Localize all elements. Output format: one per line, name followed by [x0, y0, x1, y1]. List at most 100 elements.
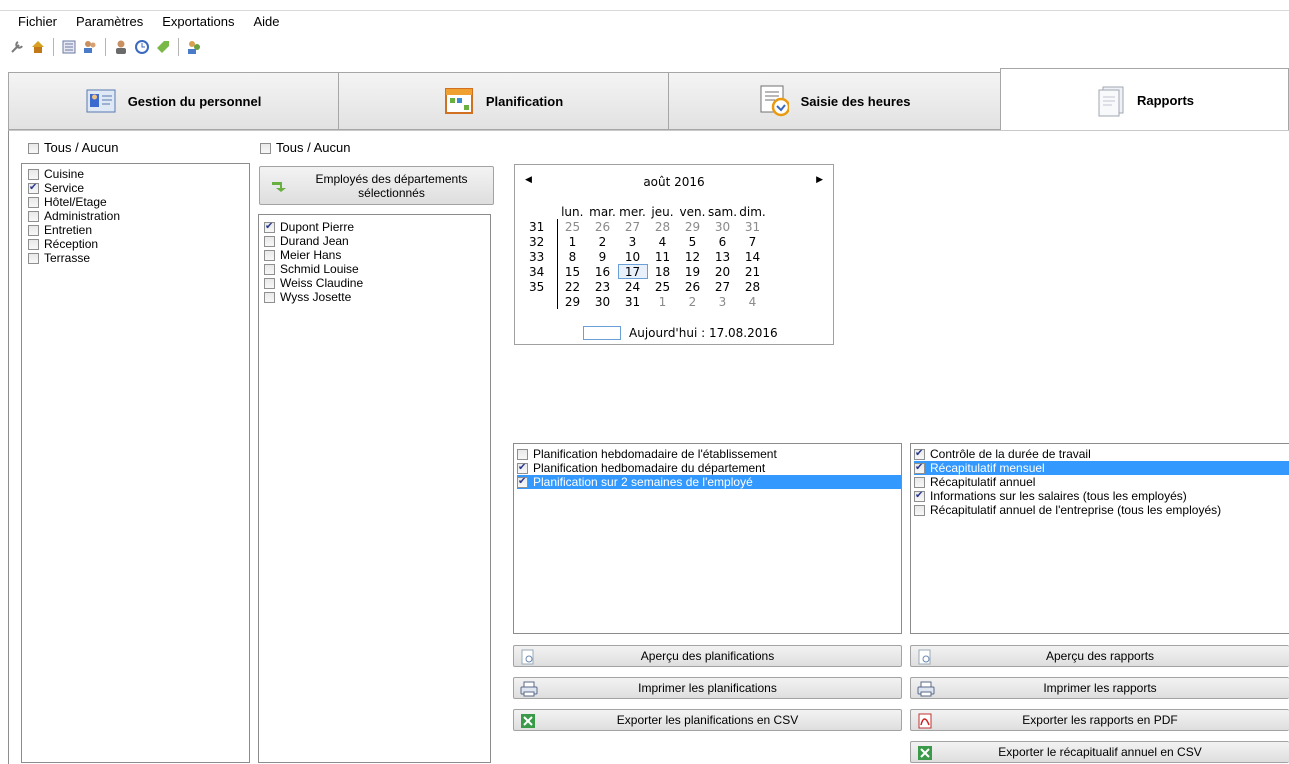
departments-select-all[interactable]: Tous / Aucun [28, 141, 118, 155]
calendar-day[interactable]: 12 [678, 249, 708, 264]
checkbox[interactable] [260, 142, 271, 154]
calendar-day[interactable]: 28 [648, 219, 678, 234]
checkbox[interactable] [28, 210, 39, 222]
calendar-day[interactable]: 1 [557, 234, 588, 249]
checkbox[interactable] [28, 252, 39, 264]
employees-list[interactable]: Dupont PierreDurand JeanMeier HansSchmid… [258, 214, 491, 763]
report-item[interactable]: Contrôle de la durée de travail [914, 447, 1289, 461]
calendar-day[interactable]: 8 [557, 249, 588, 264]
calendar-day[interactable]: 13 [708, 249, 738, 264]
tag-icon[interactable] [154, 38, 172, 56]
checkbox[interactable] [914, 489, 925, 503]
checkbox[interactable] [28, 168, 39, 180]
tab-planification[interactable]: Planification [338, 72, 669, 130]
group-icon[interactable] [185, 38, 203, 56]
calendar-day[interactable]: 25 [648, 279, 678, 294]
checkbox[interactable] [914, 447, 925, 461]
calendar-day[interactable]: 30 [708, 219, 738, 234]
calendar-day[interactable]: 11 [648, 249, 678, 264]
tab-rapports[interactable]: Rapports [1000, 68, 1289, 132]
calendar-day[interactable]: 7 [738, 234, 768, 249]
plannings-list[interactable]: Planification hebdomadaire de l'établiss… [513, 443, 902, 634]
checkbox[interactable] [28, 224, 39, 236]
print-plannings-button[interactable]: Imprimer les planifications [513, 677, 902, 699]
calendar-day[interactable]: 5 [678, 234, 708, 249]
checkbox[interactable] [28, 196, 39, 208]
calendar-day[interactable]: 29 [678, 219, 708, 234]
planning-item[interactable]: Planification sur 2 semaines de l'employ… [517, 475, 901, 489]
calendar-day[interactable]: 18 [648, 264, 678, 279]
calendar-day[interactable]: 23 [588, 279, 618, 294]
checkbox[interactable] [264, 235, 275, 247]
calendar-day[interactable]: 24 [618, 279, 648, 294]
tab-saisie-heures[interactable]: Saisie des heures [668, 72, 1001, 130]
calendar-day[interactable]: 28 [738, 279, 768, 294]
calendar-today-row[interactable]: Aujourd'hui : 17.08.2016 [583, 326, 778, 340]
menu-parametres[interactable]: Paramètres [66, 11, 152, 33]
employees-select-all[interactable]: Tous / Aucun [260, 141, 350, 155]
calendar-day[interactable]: 27 [708, 279, 738, 294]
menu-aide[interactable]: Aide [243, 11, 288, 33]
calendar-day[interactable]: 25 [557, 219, 588, 234]
checkbox[interactable] [264, 220, 275, 234]
report-item[interactable]: Récapitulatif mensuel [914, 461, 1289, 475]
calendar-day[interactable]: 26 [678, 279, 708, 294]
checkbox[interactable] [264, 291, 275, 303]
calendar-day[interactable]: 22 [557, 279, 588, 294]
calendar-day[interactable]: 10 [618, 249, 648, 264]
calendar-day[interactable]: 31 [738, 219, 768, 234]
calendar-day[interactable]: 9 [588, 249, 618, 264]
person-icon[interactable] [112, 38, 130, 56]
calendar-day[interactable]: 1 [648, 294, 678, 309]
menu-exportations[interactable]: Exportations [152, 11, 243, 33]
preview-plannings-button[interactable]: Aperçu des planifications [513, 645, 902, 667]
calendar-day[interactable]: 3 [708, 294, 738, 309]
checkbox[interactable] [914, 461, 925, 475]
employee-item[interactable]: Schmid Louise [264, 262, 490, 276]
employee-item[interactable]: Meier Hans [264, 248, 490, 262]
checkbox[interactable] [517, 475, 528, 489]
calendar-day[interactable]: 26 [588, 219, 618, 234]
export-plannings-csv-button[interactable]: Exporter les planifications en CSV [513, 709, 902, 731]
employee-item[interactable]: Durand Jean [264, 234, 490, 248]
checkbox[interactable] [517, 448, 528, 460]
checkbox[interactable] [28, 181, 39, 195]
clock-icon[interactable] [133, 38, 151, 56]
checkbox[interactable] [264, 277, 275, 289]
department-item[interactable]: Terrasse [28, 251, 249, 265]
calendar-day[interactable]: 29 [557, 294, 588, 309]
checkbox[interactable] [264, 263, 275, 275]
calendar-day[interactable]: 2 [588, 234, 618, 249]
selected-departments-employees-button[interactable]: Employés des départements sélectionnés [259, 166, 494, 205]
calendar-day[interactable]: 27 [618, 219, 648, 234]
report-item[interactable]: Informations sur les salaires (tous les … [914, 489, 1289, 503]
calendar-day[interactable]: 15 [557, 264, 588, 279]
checkbox[interactable] [517, 461, 528, 475]
wrench-icon[interactable] [8, 38, 26, 56]
calendar-day[interactable]: 19 [678, 264, 708, 279]
export-reports-pdf-button[interactable]: Exporter les rapports en PDF [910, 709, 1289, 731]
calendar-day[interactable]: 2 [678, 294, 708, 309]
department-item[interactable]: Service [28, 181, 249, 195]
print-reports-button[interactable]: Imprimer les rapports [910, 677, 1289, 699]
planning-item[interactable]: Planification hedbomadaire du départemen… [517, 461, 901, 475]
department-item[interactable]: Entretien [28, 223, 249, 237]
department-item[interactable]: Réception [28, 237, 249, 251]
list-icon[interactable] [60, 38, 78, 56]
employee-item[interactable]: Weiss Claudine [264, 276, 490, 290]
employee-item[interactable]: Wyss Josette [264, 290, 490, 304]
tab-gestion-personnel[interactable]: Gestion du personnel [8, 72, 339, 130]
report-item[interactable]: Récapitulatif annuel [914, 475, 1289, 489]
checkbox[interactable] [914, 476, 925, 488]
planning-item[interactable]: Planification hebdomadaire de l'établiss… [517, 447, 901, 461]
calendar-day[interactable]: 14 [738, 249, 768, 264]
calendar-day[interactable]: 20 [708, 264, 738, 279]
calendar-day[interactable]: 17 [617, 264, 648, 279]
calendar-day[interactable]: 4 [648, 234, 678, 249]
checkbox[interactable] [28, 142, 39, 154]
month-calendar[interactable]: ◀ août 2016 ▶ lun. mar. mer. jeu. ven. sam. di… [514, 164, 834, 345]
users-icon[interactable] [81, 38, 99, 56]
calendar-day[interactable]: 16 [588, 264, 618, 279]
menu-fichier[interactable]: Fichier [8, 11, 66, 33]
reports-list[interactable]: Contrôle de la durée de travailRécapitul… [910, 443, 1289, 634]
